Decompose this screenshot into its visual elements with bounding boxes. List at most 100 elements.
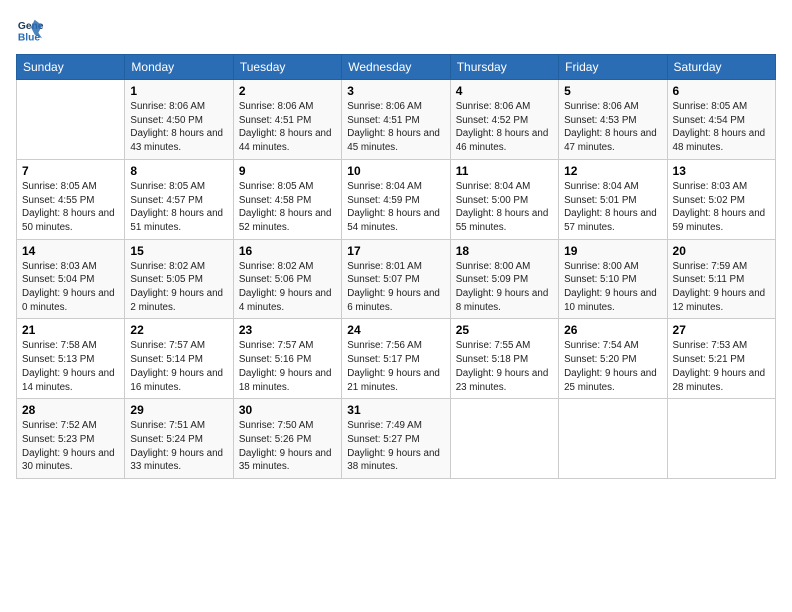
day-info: Sunrise: 8:02 AMSunset: 5:05 PMDaylight:… xyxy=(130,260,227,315)
day-info: Sunrise: 8:00 AMSunset: 5:10 PMDaylight:… xyxy=(564,260,661,315)
calendar-cell: 17Sunrise: 8:01 AMSunset: 5:07 PMDayligh… xyxy=(342,239,450,319)
day-number: 9 xyxy=(239,164,336,178)
day-info: Sunrise: 8:00 AMSunset: 5:09 PMDaylight:… xyxy=(456,260,553,315)
calendar-cell: 5Sunrise: 8:06 AMSunset: 4:53 PMDaylight… xyxy=(559,80,667,160)
day-info: Sunrise: 8:05 AMSunset: 4:57 PMDaylight:… xyxy=(130,180,227,235)
calendar-cell: 4 Sunrise: 8:06 AMSunset: 4:52 PMDaylight… xyxy=(450,80,558,160)
day-number: 29 xyxy=(130,403,227,417)
calendar-header-row: SundayMondayTuesdayWednesdayThursdayFrid… xyxy=(17,55,776,80)
day-info: Sunrise: 8:04 AMSunset: 4:59 PMDaylight:… xyxy=(347,180,444,235)
calendar-cell: 19Sunrise: 8:00 AMSunset: 5:10 PMDayligh… xyxy=(559,239,667,319)
day-info: Sunrise: 7:51 AMSunset: 5:24 PMDaylight:… xyxy=(130,419,227,474)
day-info: Sunrise: 7:49 AMSunset: 5:27 PMDaylight:… xyxy=(347,419,444,474)
calendar-cell: 13 Sunrise: 8:03 AMSunset: 5:02 PMDayligh… xyxy=(667,159,775,239)
day-info: Sunrise: 7:53 AMSunset: 5:21 PMDaylight:… xyxy=(673,339,770,394)
day-number: 27 xyxy=(673,323,770,337)
week-row-5: 28 Sunrise: 7:52 AMSunset: 5:23 PMDayligh… xyxy=(17,399,776,479)
day-info: Sunrise: 8:03 AMSunset: 5:02 PMDaylight:… xyxy=(673,180,770,235)
calendar-cell: 22 Sunrise: 7:57 AMSunset: 5:14 PMDayligh… xyxy=(125,319,233,399)
day-number: 28 xyxy=(22,403,119,417)
calendar-cell: 31 Sunrise: 7:49 AMSunset: 5:27 PMDayligh… xyxy=(342,399,450,479)
calendar-cell: 3Sunrise: 8:06 AMSunset: 4:51 PMDaylight… xyxy=(342,80,450,160)
day-number: 4 xyxy=(456,84,553,98)
column-header-thursday: Thursday xyxy=(450,55,558,80)
calendar-cell: 14 Sunrise: 8:03 AMSunset: 5:04 PMDayligh… xyxy=(17,239,125,319)
calendar-cell: 28 Sunrise: 7:52 AMSunset: 5:23 PMDayligh… xyxy=(17,399,125,479)
day-info: Sunrise: 7:56 AMSunset: 5:17 PMDaylight:… xyxy=(347,339,444,394)
day-info: Sunrise: 8:02 AMSunset: 5:06 PMDaylight:… xyxy=(239,260,336,315)
day-number: 26 xyxy=(564,323,661,337)
calendar-cell: 20 Sunrise: 7:59 AMSunset: 5:11 PMDayligh… xyxy=(667,239,775,319)
day-number: 5 xyxy=(564,84,661,98)
column-header-tuesday: Tuesday xyxy=(233,55,341,80)
page-container: General Blue SundayMondayTuesdayWednesda… xyxy=(0,0,792,487)
day-number: 18 xyxy=(456,244,553,258)
calendar-cell: 21 Sunrise: 7:58 AMSunset: 5:13 PMDayligh… xyxy=(17,319,125,399)
day-info: Sunrise: 7:54 AMSunset: 5:20 PMDaylight:… xyxy=(564,339,661,394)
logo-icon: General Blue xyxy=(16,16,44,44)
day-info: Sunrise: 7:59 AMSunset: 5:11 PMDaylight:… xyxy=(673,260,770,315)
day-number: 22 xyxy=(130,323,227,337)
calendar-cell: 23 Sunrise: 7:57 AMSunset: 5:16 PMDayligh… xyxy=(233,319,341,399)
calendar-cell xyxy=(667,399,775,479)
day-info: Sunrise: 8:05 AMSunset: 4:55 PMDaylight:… xyxy=(22,180,119,235)
day-number: 12 xyxy=(564,164,661,178)
day-info: Sunrise: 8:05 AMSunset: 4:58 PMDaylight:… xyxy=(239,180,336,235)
day-info: Sunrise: 7:50 AMSunset: 5:26 PMDaylight:… xyxy=(239,419,336,474)
calendar-cell: 1 Sunrise: 8:06 AMSunset: 4:50 PMDaylight… xyxy=(125,80,233,160)
calendar-cell: 11Sunrise: 8:04 AMSunset: 5:00 PMDayligh… xyxy=(450,159,558,239)
calendar-cell xyxy=(450,399,558,479)
calendar-cell: 7 Sunrise: 8:05 AMSunset: 4:55 PMDaylight… xyxy=(17,159,125,239)
day-info: Sunrise: 7:52 AMSunset: 5:23 PMDaylight:… xyxy=(22,419,119,474)
day-number: 17 xyxy=(347,244,444,258)
day-number: 13 xyxy=(673,164,770,178)
logo: General Blue xyxy=(16,16,48,44)
day-info: Sunrise: 7:57 AMSunset: 5:14 PMDaylight:… xyxy=(130,339,227,394)
calendar-cell: 6 Sunrise: 8:05 AMSunset: 4:54 PMDaylight… xyxy=(667,80,775,160)
day-number: 16 xyxy=(239,244,336,258)
day-number: 21 xyxy=(22,323,119,337)
day-info: Sunrise: 8:06 AMSunset: 4:51 PMDaylight:… xyxy=(239,100,336,155)
day-number: 11 xyxy=(456,164,553,178)
day-number: 23 xyxy=(239,323,336,337)
column-header-saturday: Saturday xyxy=(667,55,775,80)
day-number: 24 xyxy=(347,323,444,337)
calendar-cell: 2 Sunrise: 8:06 AMSunset: 4:51 PMDaylight… xyxy=(233,80,341,160)
day-info: Sunrise: 8:06 AMSunset: 4:50 PMDaylight:… xyxy=(130,100,227,155)
day-number: 25 xyxy=(456,323,553,337)
calendar-cell: 9 Sunrise: 8:05 AMSunset: 4:58 PMDaylight… xyxy=(233,159,341,239)
calendar-cell: 15 Sunrise: 8:02 AMSunset: 5:05 PMDayligh… xyxy=(125,239,233,319)
week-row-1: 1 Sunrise: 8:06 AMSunset: 4:50 PMDaylight… xyxy=(17,80,776,160)
page-header: General Blue xyxy=(16,16,776,44)
day-number: 8 xyxy=(130,164,227,178)
day-info: Sunrise: 7:57 AMSunset: 5:16 PMDaylight:… xyxy=(239,339,336,394)
day-number: 31 xyxy=(347,403,444,417)
calendar-cell xyxy=(559,399,667,479)
day-number: 20 xyxy=(673,244,770,258)
calendar-cell: 24 Sunrise: 7:56 AMSunset: 5:17 PMDayligh… xyxy=(342,319,450,399)
day-number: 10 xyxy=(347,164,444,178)
day-number: 6 xyxy=(673,84,770,98)
column-header-monday: Monday xyxy=(125,55,233,80)
day-number: 30 xyxy=(239,403,336,417)
day-number: 2 xyxy=(239,84,336,98)
calendar-cell: 8 Sunrise: 8:05 AMSunset: 4:57 PMDaylight… xyxy=(125,159,233,239)
column-header-friday: Friday xyxy=(559,55,667,80)
calendar-cell: 26 Sunrise: 7:54 AMSunset: 5:20 PMDayligh… xyxy=(559,319,667,399)
day-number: 15 xyxy=(130,244,227,258)
column-header-wednesday: Wednesday xyxy=(342,55,450,80)
day-number: 1 xyxy=(130,84,227,98)
day-info: Sunrise: 7:58 AMSunset: 5:13 PMDaylight:… xyxy=(22,339,119,394)
day-info: Sunrise: 8:05 AMSunset: 4:54 PMDaylight:… xyxy=(673,100,770,155)
day-info: Sunrise: 8:04 AMSunset: 5:01 PMDaylight:… xyxy=(564,180,661,235)
day-number: 7 xyxy=(22,164,119,178)
day-number: 14 xyxy=(22,244,119,258)
calendar-cell: 10 Sunrise: 8:04 AMSunset: 4:59 PMDayligh… xyxy=(342,159,450,239)
day-info: Sunrise: 8:03 AMSunset: 5:04 PMDaylight:… xyxy=(22,260,119,315)
day-info: Sunrise: 8:06 AMSunset: 4:52 PMDaylight:… xyxy=(456,100,553,155)
calendar-cell: 27 Sunrise: 7:53 AMSunset: 5:21 PMDayligh… xyxy=(667,319,775,399)
calendar-cell: 30 Sunrise: 7:50 AMSunset: 5:26 PMDayligh… xyxy=(233,399,341,479)
calendar-cell: 18 Sunrise: 8:00 AMSunset: 5:09 PMDayligh… xyxy=(450,239,558,319)
calendar-body: 1 Sunrise: 8:06 AMSunset: 4:50 PMDaylight… xyxy=(17,80,776,479)
week-row-2: 7 Sunrise: 8:05 AMSunset: 4:55 PMDaylight… xyxy=(17,159,776,239)
